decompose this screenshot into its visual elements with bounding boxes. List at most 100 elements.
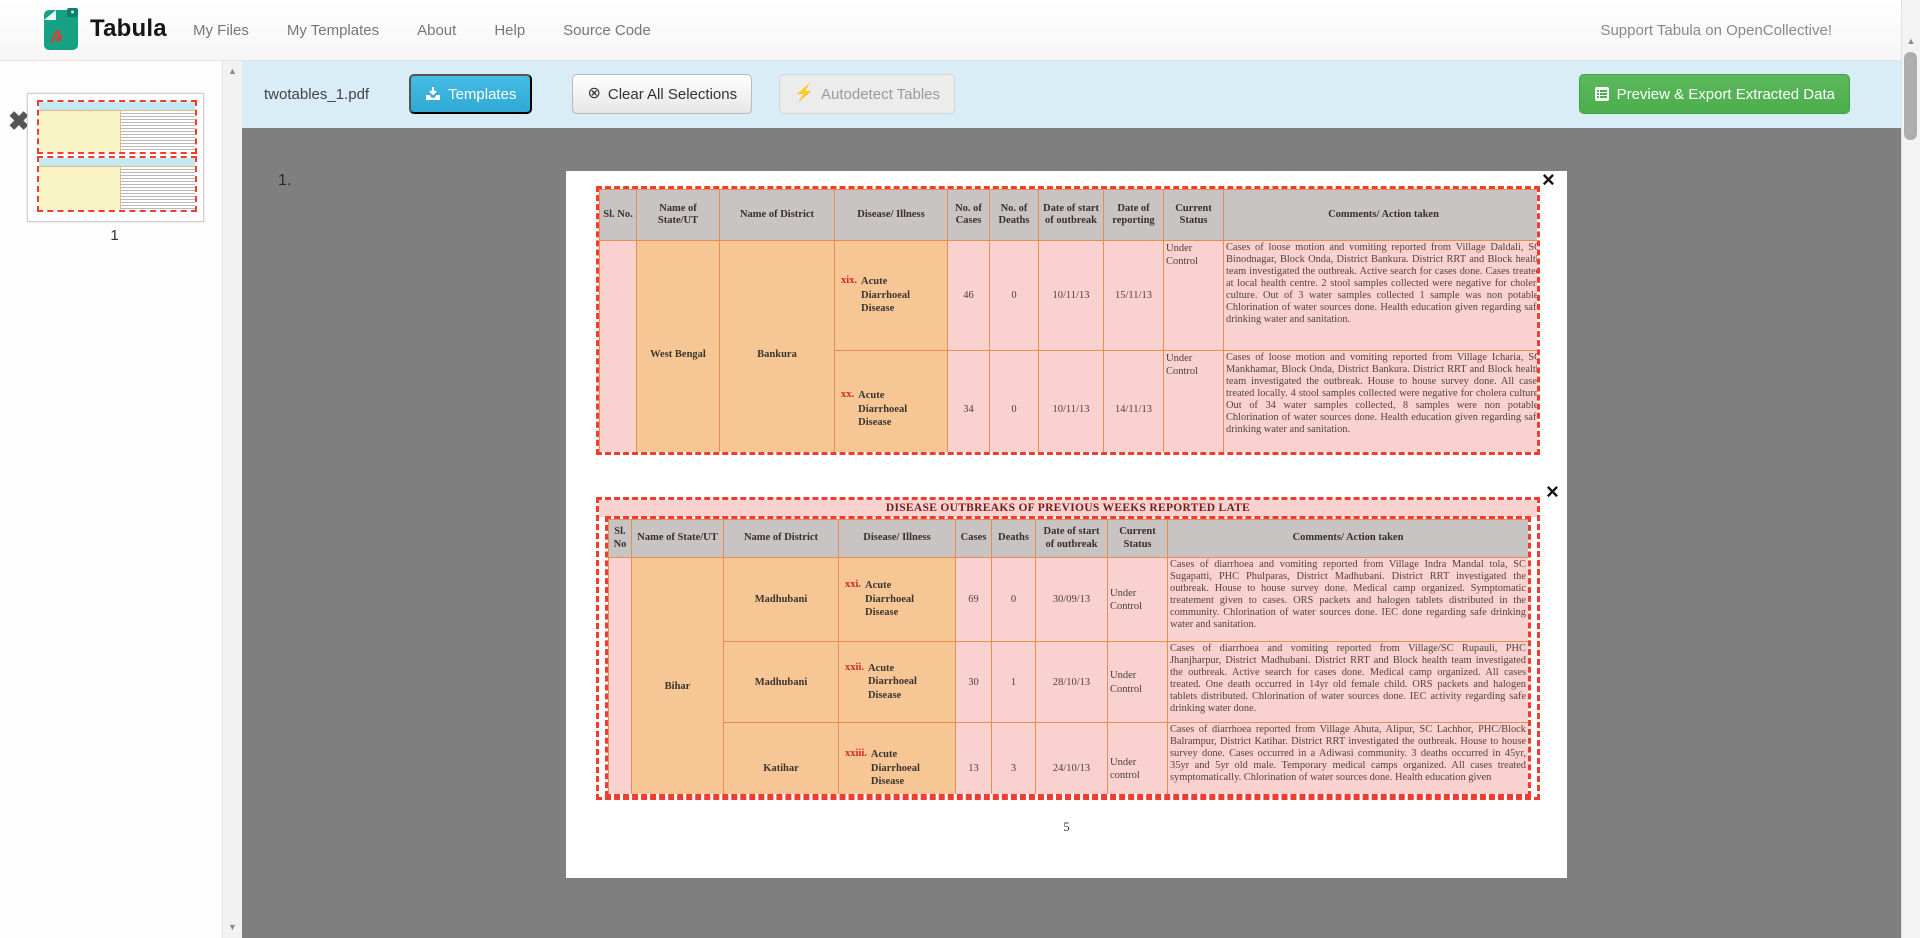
cell-comments: Cases of loose motion and vomiting repor… [1224,241,1541,351]
list-alt-icon [1594,86,1610,102]
autodetect-tables-button[interactable]: ⚡ Autodetect Tables [779,74,955,114]
table-header-row: Sl. No Name of State/UT Name of District… [609,520,1529,558]
pdf-page[interactable]: × × Sl. No. Name of State/UT Name of Dis… [566,171,1567,878]
cell-disease: xxi.Acute Diarrhoeal Disease [839,558,956,642]
cell-deaths: 0 [990,351,1039,456]
cell-start-date: 30/09/13 [1036,558,1108,642]
cell-state: West Bengal [637,241,720,456]
table-row: Katihar xxiii.Acute Diarrhoeal Disease 1… [609,723,1529,798]
close-selection-1-icon[interactable]: × [1542,171,1555,189]
templates-button[interactable]: Templates [409,74,532,114]
col-header: Disease/ Illness [839,520,956,558]
cell-comments: Cases of diarrhoea and vomiting reported… [1168,558,1529,642]
table-selection-2[interactable]: DISEASE OUTBREAKS OF PREVIOUS WEEKS REPO… [596,497,1540,800]
col-header: Name of District [720,190,835,241]
cell-disease: xxiii.Acute Diarrhoeal Disease [839,723,956,798]
cell-deaths: 0 [990,241,1039,351]
scrollbar-thumb[interactable] [1904,52,1917,140]
mini-table-header [39,102,195,111]
nav-my-templates[interactable]: My Templates [268,22,398,39]
cell-status: Under control [1108,723,1168,798]
flash-icon: ⚡ [794,86,814,102]
cell-comments: Cases of loose motion and vomiting repor… [1224,351,1541,456]
col-header: Cases [956,520,992,558]
table-selection-2-inner[interactable]: Sl. No Name of State/UT Name of District… [605,516,1531,797]
col-header: Comments/ Action taken [1168,520,1529,558]
cell-deaths: 3 [992,723,1036,798]
cell-status: Under Control [1108,558,1168,642]
col-header: Comments/ Action taken [1224,190,1541,241]
outbreak-table-2: Sl. No Name of State/UT Name of District… [608,519,1529,797]
cell-district: Madhubani [724,642,839,723]
col-header: Current Status [1108,520,1168,558]
document-filename: twotables_1.pdf [264,86,369,103]
cell-comments: Cases of diarrhoea and vomiting reported… [1168,642,1529,723]
cell-deaths: 1 [992,642,1036,723]
col-header: Disease/ Illness [835,190,948,241]
cell-state: Bihar [632,558,724,798]
cell-report-date: 15/11/13 [1104,241,1164,351]
top-navbar: Tabula My Files My Templates About Help … [0,0,1920,61]
table-header-row: Sl. No. Name of State/UT Name of Distric… [600,190,1541,241]
close-selection-2-icon[interactable]: × [1546,483,1559,501]
preview-export-button[interactable]: Preview & Export Extracted Data [1579,74,1850,114]
scroll-up-icon[interactable]: ▲ [223,66,242,76]
cell-cases: 69 [956,558,992,642]
cell-status: Under Control [1164,351,1224,456]
thumbnail-selection-1 [37,100,197,154]
remove-circle-icon: ⊗ [587,86,600,102]
nav-source-code[interactable]: Source Code [544,22,670,39]
cell-report-date: 14/11/13 [1104,351,1164,456]
col-header: Current Status [1164,190,1224,241]
table-selection-1[interactable]: Sl. No. Name of State/UT Name of Distric… [596,186,1540,455]
col-header: Name of District [724,520,839,558]
cell-cases: 13 [956,723,992,798]
nav-help[interactable]: Help [475,22,544,39]
cell-district: Bankura [720,241,835,456]
outbreak-table-1: Sl. No. Name of State/UT Name of Distric… [599,189,1540,455]
cell-cases: 46 [948,241,990,351]
nav-my-files[interactable]: My Files [174,22,268,39]
cell-status: Under Control [1164,241,1224,351]
tabula-logo-icon [44,8,80,50]
cell-start-date: 10/11/13 [1039,241,1104,351]
col-header: No. of Deaths [990,190,1039,241]
mini-table-header [39,158,195,167]
col-header: Deaths [992,520,1036,558]
cell-deaths: 0 [992,558,1036,642]
cell-cases: 30 [956,642,992,723]
document-toolbar: twotables_1.pdf Templates ⊗ Clear All Se… [242,60,1902,128]
table-row: Bihar Madhubani xxi.Acute Diarrhoeal Dis… [609,558,1529,642]
cell-sl-no [600,241,637,456]
cell-disease: xx.Acute Diarrhoeal Disease [835,351,948,456]
cell-status: Under Control [1108,642,1168,723]
cell-sl-no [609,558,632,798]
col-header: Date of start of outbreak [1036,520,1108,558]
cell-disease: xix.Acute Diarrhoeal Disease [835,241,948,351]
col-header: Sl. No [609,520,632,558]
col-header: Name of State/UT [632,520,724,558]
col-header: No. of Cases [948,190,990,241]
cell-disease: xxii.Acute Diarrhoeal Disease [839,642,956,723]
col-header: Name of State/UT [637,190,720,241]
scroll-down-icon[interactable]: ▼ [223,922,242,932]
main-nav: My Files My Templates About Help Source … [174,0,670,60]
pdf-page-number: 5 [566,819,1567,835]
page-thumbnail[interactable] [27,93,204,222]
cell-start-date: 24/10/13 [1036,723,1108,798]
nav-about[interactable]: About [398,22,475,39]
brand[interactable]: Tabula [44,8,167,50]
sidebar-scrollbar[interactable]: ▲ ▼ [222,60,242,938]
scroll-up-icon[interactable]: ▲ [1902,36,1920,46]
col-header: Sl. No. [600,190,637,241]
table-row: West Bengal Bankura xix.Acute Diarrhoeal… [600,241,1541,351]
support-link[interactable]: Support Tabula on OpenCollective! [1600,0,1832,60]
thumbnail-sidebar: ✖ 1 [0,60,222,938]
col-header: Date of reporting [1104,190,1164,241]
main-scrollbar[interactable]: ▲ [1901,0,1920,938]
table-2-title: DISEASE OUTBREAKS OF PREVIOUS WEEKS REPO… [599,500,1537,517]
cell-comments: Cases of diarrhoea reported from Village… [1168,723,1529,798]
clear-all-selections-button[interactable]: ⊗ Clear All Selections [572,74,752,114]
page-list-marker: 1. [278,172,291,190]
cell-district: Katihar [724,723,839,798]
